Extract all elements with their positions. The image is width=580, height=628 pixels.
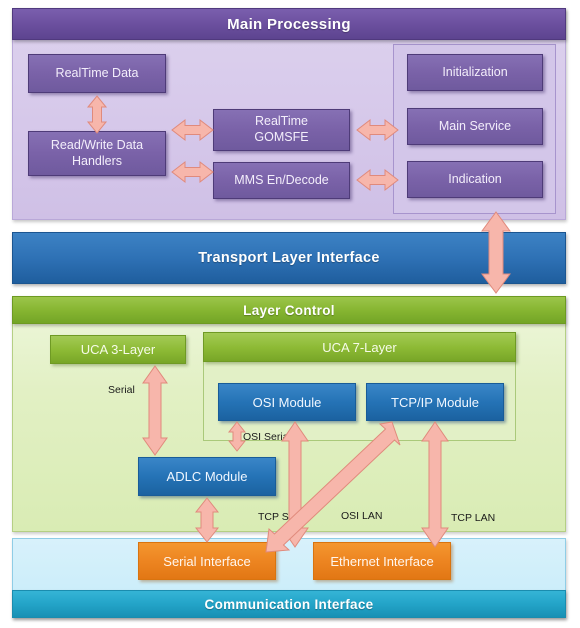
block-adlc-module[interactable]: ADLC Module: [138, 457, 276, 496]
block-adlc-module-label: ADLC Module: [166, 469, 248, 484]
block-tcpip-module[interactable]: TCP/IP Module: [366, 383, 504, 421]
block-uca-7-layer[interactable]: UCA 7-Layer: [203, 332, 516, 362]
block-osi-module[interactable]: OSI Module: [218, 383, 356, 421]
block-ethernet-interface[interactable]: Ethernet Interface: [313, 542, 451, 580]
connection-label-osi-lan: OSI LAN: [341, 510, 383, 522]
block-ethernet-interface-label: Ethernet Interface: [330, 553, 434, 569]
connection-label-tcp-lan: TCP LAN: [451, 512, 496, 524]
block-realtime-gomsfe-label: RealTime GOMSFE: [254, 114, 309, 144]
block-read-write-data-handlers-label: Read/Write Data Handlers: [50, 137, 144, 168]
layer-control-title: Layer Control: [243, 302, 335, 318]
block-indication-label: Indication: [448, 171, 502, 186]
block-uca-7-layer-label: UCA 7-Layer: [322, 339, 397, 355]
transport-layer-interface-bar: Transport Layer Interface: [12, 232, 566, 284]
block-tcpip-module-label: TCP/IP Module: [391, 394, 479, 410]
connection-label-tcp-serial: TCP Serial: [258, 511, 309, 523]
block-serial-interface-label: Serial Interface: [163, 553, 251, 569]
layer-control-header: Layer Control: [12, 296, 566, 324]
connection-label-osi-serial: OSI Serial: [243, 431, 291, 443]
block-realtime-data-label: RealTime Data: [55, 65, 139, 80]
block-initialization-label: Initialization: [442, 64, 508, 79]
block-mms-en-decode-label: MMS En/Decode: [234, 172, 329, 187]
main-processing-header: Main Processing: [12, 8, 566, 40]
connection-label-serial: Serial: [108, 384, 135, 396]
communication-interface-title: Communication Interface: [204, 596, 374, 612]
block-osi-module-label: OSI Module: [252, 394, 322, 410]
communication-interface-header: Communication Interface: [12, 590, 566, 618]
main-processing-title: Main Processing: [227, 15, 351, 33]
block-realtime-gomsfe[interactable]: RealTime GOMSFE: [213, 109, 350, 151]
block-main-service-label: Main Service: [438, 118, 512, 133]
block-uca-3-layer-label: UCA 3-Layer: [80, 342, 156, 357]
block-uca-3-layer[interactable]: UCA 3-Layer: [50, 335, 186, 364]
block-read-write-data-handlers[interactable]: Read/Write Data Handlers: [28, 131, 166, 176]
block-mms-en-decode[interactable]: MMS En/Decode: [213, 162, 350, 199]
block-initialization[interactable]: Initialization: [407, 54, 543, 91]
block-indication[interactable]: Indication: [407, 161, 543, 198]
block-main-service[interactable]: Main Service: [407, 108, 543, 145]
transport-layer-interface-title: Transport Layer Interface: [198, 250, 380, 266]
block-serial-interface[interactable]: Serial Interface: [138, 542, 276, 580]
architecture-diagram: RealTime Data Read/Write Data Handlers Re…: [0, 0, 580, 628]
block-realtime-data[interactable]: RealTime Data: [28, 54, 166, 93]
